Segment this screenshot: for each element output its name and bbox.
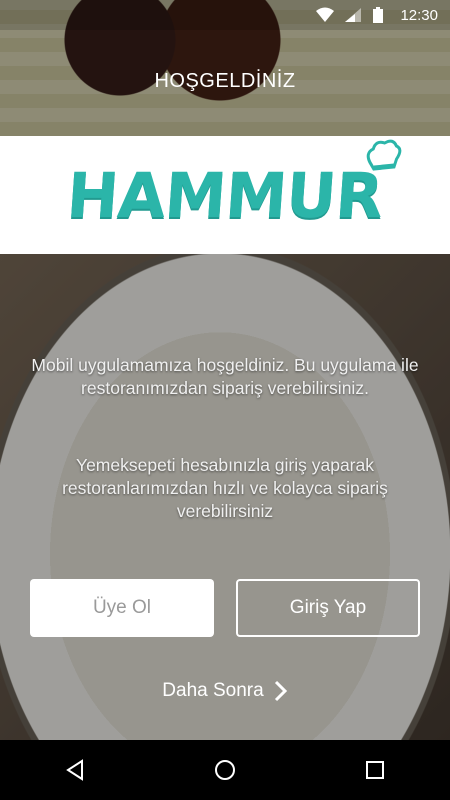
signal-icon bbox=[344, 7, 362, 23]
chef-hat-icon bbox=[367, 139, 403, 171]
nav-home-button[interactable] bbox=[195, 740, 255, 800]
logo-band: HAMMUR bbox=[0, 136, 450, 254]
nav-back-button[interactable] bbox=[45, 740, 105, 800]
signup-button[interactable]: Üye Ol bbox=[30, 579, 214, 637]
system-nav-bar bbox=[0, 740, 450, 800]
yemeksepeti-message: Yemeksepeti hesabınızla giriş yaparak re… bbox=[62, 455, 388, 521]
later-button[interactable]: Daha Sonra bbox=[0, 680, 450, 702]
intro-message: Mobil uygulamamıza hoşgeldiniz. Bu uygul… bbox=[31, 355, 419, 398]
nav-recents-button[interactable] bbox=[345, 740, 405, 800]
battery-icon bbox=[372, 7, 390, 23]
back-triangle-icon bbox=[66, 759, 83, 781]
logo-text: HAMMUR bbox=[64, 158, 386, 232]
page-title: HOŞGELDİNİZ bbox=[154, 70, 296, 92]
brand-logo: HAMMUR bbox=[64, 139, 403, 232]
later-label: Daha Sonra bbox=[162, 680, 264, 701]
login-button[interactable]: Giriş Yap bbox=[236, 579, 420, 637]
recents-square-icon bbox=[366, 761, 384, 779]
status-time: 12:30 bbox=[400, 6, 438, 24]
status-bar: 12:30 bbox=[0, 0, 450, 30]
home-circle-icon bbox=[215, 760, 235, 780]
chevron-right-icon bbox=[274, 680, 287, 702]
wifi-icon bbox=[316, 7, 335, 23]
